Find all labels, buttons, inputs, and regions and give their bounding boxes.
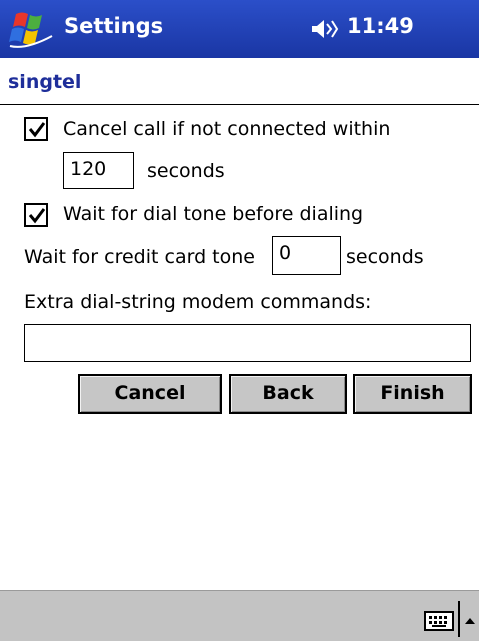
back-button[interactable]: Back <box>229 374 347 414</box>
extra-commands-input[interactable] <box>24 324 471 362</box>
cancel-call-seconds-label: seconds <box>147 160 225 182</box>
page-title: singtel <box>8 71 82 93</box>
cancel-call-checkbox[interactable] <box>24 117 48 141</box>
clock[interactable]: 11:49 <box>347 14 414 38</box>
title-bar: Settings 11:49 <box>0 0 479 58</box>
menu-bar <box>0 590 479 641</box>
wait-dial-tone-checkbox[interactable] <box>24 203 48 227</box>
cancel-call-label: Cancel call if not connected within <box>63 118 391 140</box>
cancel-call-seconds-input[interactable]: 120 <box>63 152 134 189</box>
window-title: Settings <box>64 14 164 38</box>
speaker-icon[interactable] <box>311 17 341 41</box>
checkmark-icon <box>28 122 46 138</box>
cancel-button[interactable]: Cancel <box>78 374 222 414</box>
finish-button[interactable]: Finish <box>353 374 472 414</box>
keyboard-icon[interactable] <box>424 611 454 631</box>
credit-card-tone-label: Wait for credit card tone <box>24 246 255 268</box>
extra-commands-label: Extra dial-string modem commands: <box>24 291 372 313</box>
input-panel-divider <box>458 601 460 637</box>
wait-dial-tone-label: Wait for dial tone before dialing <box>63 203 364 225</box>
credit-card-tone-input[interactable]: 0 <box>272 236 341 275</box>
arrow-up-icon[interactable] <box>464 611 476 624</box>
credit-card-tone-seconds-label: seconds <box>346 246 424 268</box>
checkmark-icon <box>28 208 46 224</box>
windows-flag-icon[interactable] <box>6 6 56 52</box>
header-divider <box>0 104 479 105</box>
